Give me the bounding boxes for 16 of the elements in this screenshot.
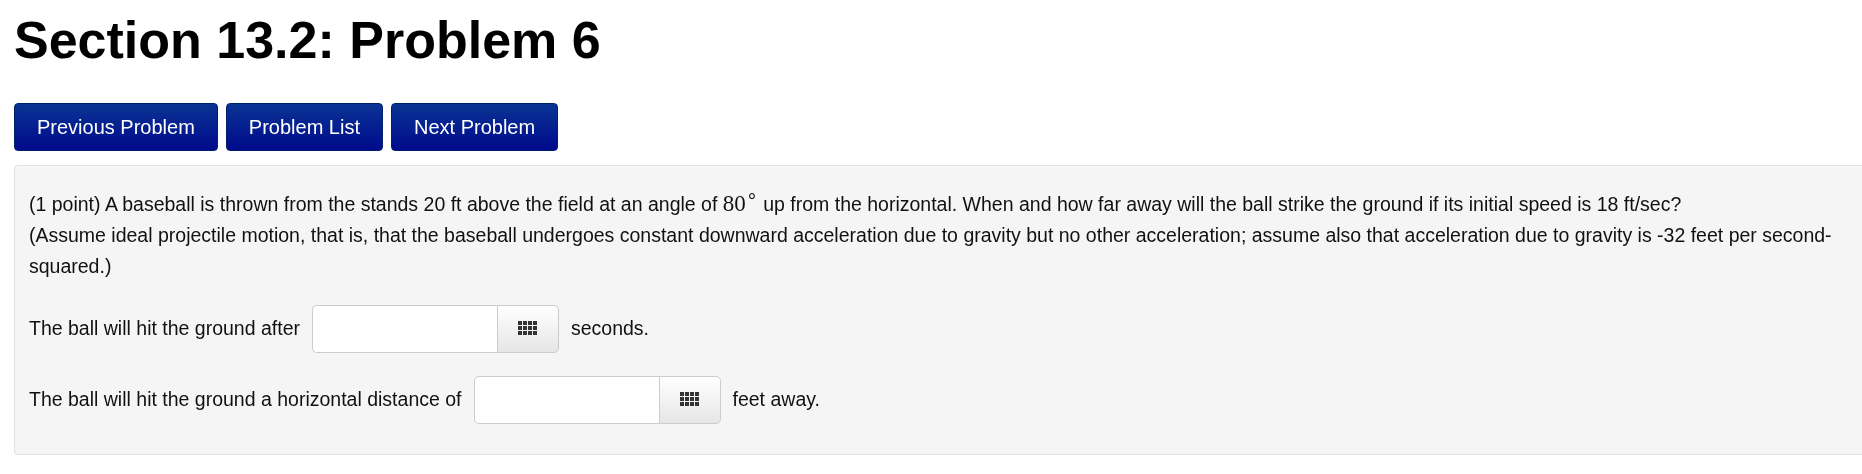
answer-field[interactable]	[473, 375, 659, 424]
problem-statement: (1 point) A baseball is thrown from the stands 20 ft above the field at an angle of 80$^{∘}$ up from the horizontal. When and how far away will the ball strike the ground if its initial speed is 18 ft/sec?	[29, 184, 1683, 218]
answer-label: The ball will hit the ground after	[29, 317, 300, 341]
nav-button[interactable]: Problem List	[225, 103, 383, 151]
nav-button[interactable]: Next Problem	[391, 103, 559, 151]
problem-note: (Assume ideal projectile motion, that is, that the baseball undergoes constant downward acceleration due to gravity but no other acceleration; assume also that acceleration due to gravity is -32 feet per second-squared.)	[29, 222, 1833, 279]
answer-label: The ball will hit the ground a horizontal distance of	[29, 388, 462, 412]
grid-icon	[518, 321, 538, 337]
answer-field[interactable]	[312, 304, 497, 353]
keypad-button[interactable]	[497, 304, 559, 353]
unit-label: seconds.	[571, 317, 650, 341]
grid-icon	[680, 392, 699, 408]
keypad-button[interactable]	[658, 375, 721, 424]
unit-label: feet away.	[732, 388, 820, 412]
nav-button[interactable]: Previous Problem	[14, 103, 218, 151]
page-title: Section 13.2: Problem 6	[14, 10, 602, 70]
